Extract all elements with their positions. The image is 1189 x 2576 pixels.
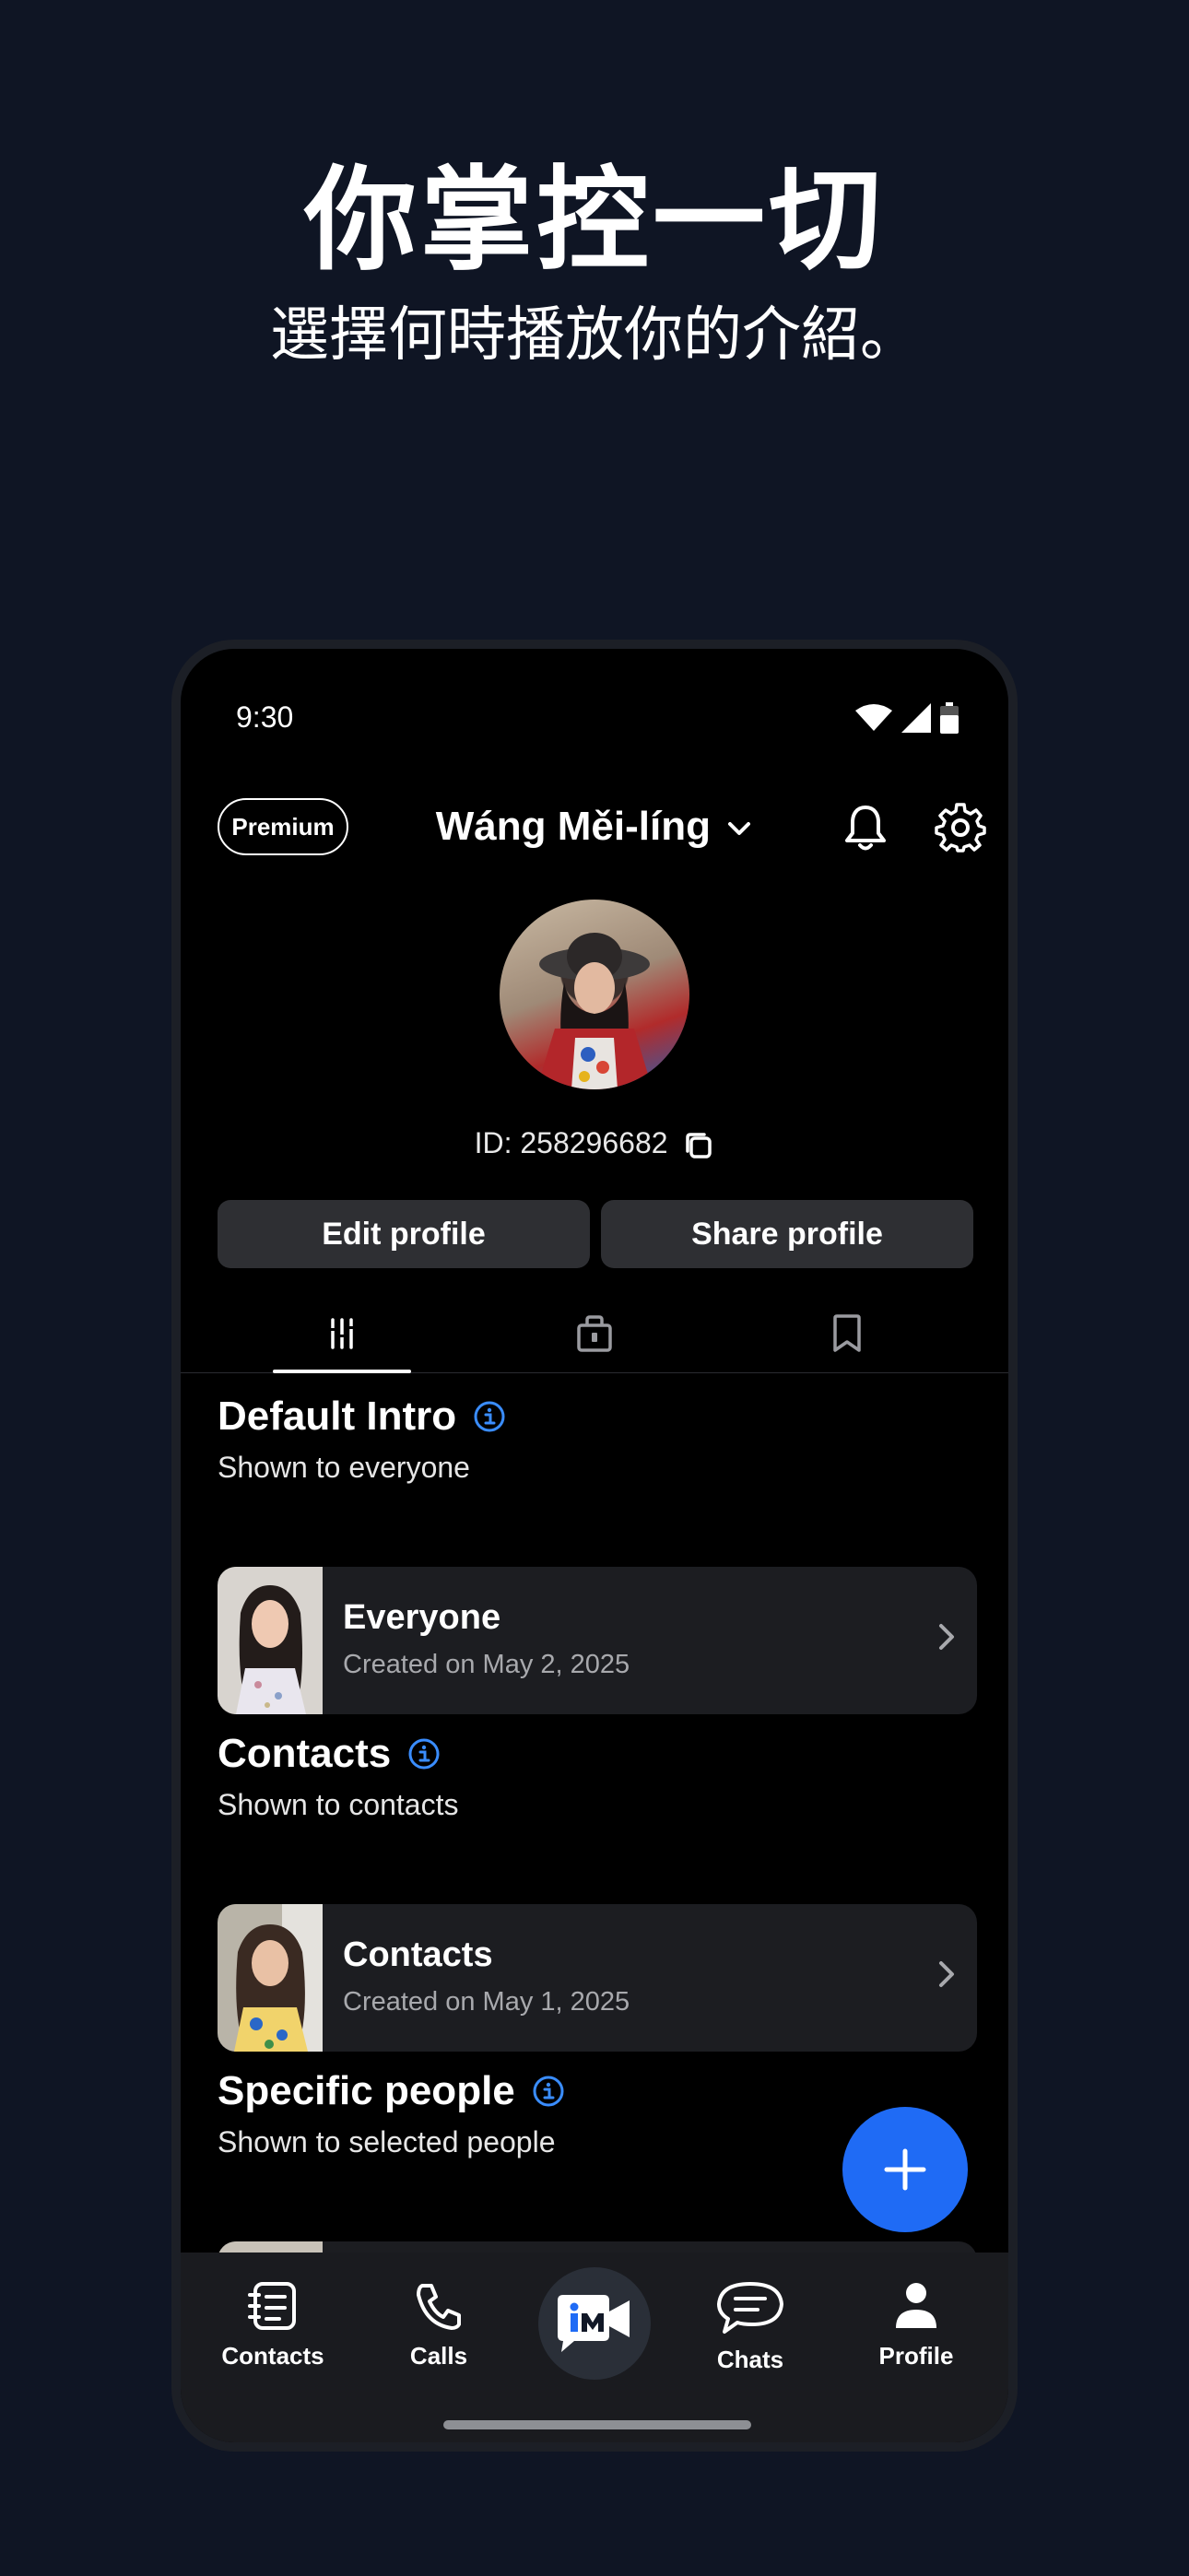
contacts-book-icon <box>248 2282 296 2330</box>
bell-icon <box>845 806 886 851</box>
add-intro-button[interactable] <box>842 2107 968 2232</box>
intro-card-everyone[interactable]: Everyone Created on May 2, 2025 <box>218 1567 977 1714</box>
bookmark-icon <box>833 1314 861 1352</box>
nav-contacts[interactable]: Contacts <box>199 2280 347 2370</box>
phone-screen: 9:30 Premium Wáng Měi-líng ID: 258296682… <box>181 649 1008 2442</box>
section-subtitle: Shown to contacts <box>218 1788 459 1821</box>
section-title-contacts: Contacts <box>218 1731 441 1777</box>
nav-profile[interactable]: Profile <box>842 2280 990 2370</box>
nav-label: Calls <box>409 2342 468 2370</box>
wifi-icon <box>855 704 892 731</box>
user-id: ID: 258296682 <box>474 1126 668 1159</box>
card-title: Everyone <box>343 1598 501 1637</box>
chevron-down-icon <box>728 822 751 836</box>
section-subtitle: Shown to everyone <box>218 1451 470 1484</box>
chat-bubble-icon <box>717 2282 783 2334</box>
lock-bag-icon <box>577 1315 612 1352</box>
signal-icon <box>901 703 931 733</box>
card-date: Created on May 2, 2025 <box>343 1650 630 1679</box>
section-title-text: Specific people <box>218 2068 515 2113</box>
nav-label: Profile <box>878 2342 954 2370</box>
notifications-button[interactable] <box>842 802 889 858</box>
profile-tabs <box>181 1294 1008 1373</box>
chevron-right-icon <box>939 1624 954 1650</box>
share-profile-button[interactable]: Share profile <box>601 1200 973 1268</box>
tab-intros[interactable] <box>273 1294 411 1373</box>
info-icon[interactable] <box>532 2075 565 2108</box>
intros-icon <box>330 1318 354 1349</box>
nav-label: Contacts <box>221 2342 324 2370</box>
nav-calls[interactable]: Calls <box>365 2280 512 2370</box>
nav-video-intro[interactable] <box>538 2267 651 2380</box>
copy-icon[interactable] <box>683 1130 714 1161</box>
active-tab-indicator <box>273 1370 411 1373</box>
profile-avatar[interactable] <box>500 900 689 1089</box>
avatar-photo <box>536 933 653 1089</box>
intro-card-contacts[interactable]: Contacts Created on May 1, 2025 <box>218 1904 977 2052</box>
section-title-text: Default Intro <box>218 1394 457 1439</box>
section-title-text: Contacts <box>218 1731 392 1776</box>
info-icon[interactable] <box>473 1400 506 1433</box>
card-title: Contacts <box>343 1935 493 1974</box>
person-icon <box>896 2283 936 2328</box>
gear-icon <box>935 803 986 853</box>
promo-subline: 選擇何時播放你的介紹。 <box>270 301 919 370</box>
user-id-row: ID: 258296682 <box>181 1126 1008 1161</box>
profile-name: Wáng Měi-líng <box>435 804 711 849</box>
status-icons <box>855 702 959 734</box>
promo-headline: 你掌控一切 <box>304 155 885 286</box>
edit-profile-button[interactable]: Edit profile <box>218 1200 590 1268</box>
card-date: Created on May 1, 2025 <box>343 1987 630 2017</box>
settings-button[interactable] <box>935 802 986 858</box>
phone-frame: 9:30 Premium Wáng Měi-líng ID: 258296682… <box>171 640 1018 2452</box>
home-indicator <box>443 2420 751 2429</box>
section-title-specific-people: Specific people <box>218 2068 565 2114</box>
plus-icon <box>884 2148 926 2191</box>
chevron-right-icon <box>939 1961 954 1987</box>
info-icon[interactable] <box>407 1737 441 1770</box>
intro-thumbnail <box>218 1567 323 1714</box>
video-intro-icon <box>558 2295 630 2352</box>
status-time: 9:30 <box>236 700 294 734</box>
section-title-default-intro: Default Intro <box>218 1394 506 1440</box>
intro-thumbnail <box>218 1904 323 2052</box>
tab-saved[interactable] <box>778 1294 916 1373</box>
tab-private[interactable] <box>525 1294 664 1373</box>
bottom-navigation: Contacts Calls Chats Profile <box>181 2253 1008 2442</box>
battery-icon <box>940 702 959 734</box>
nav-chats[interactable]: Chats <box>677 2280 824 2374</box>
phone-icon <box>417 2284 461 2330</box>
section-subtitle: Shown to selected people <box>218 2125 556 2158</box>
nav-label: Chats <box>716 2346 784 2373</box>
